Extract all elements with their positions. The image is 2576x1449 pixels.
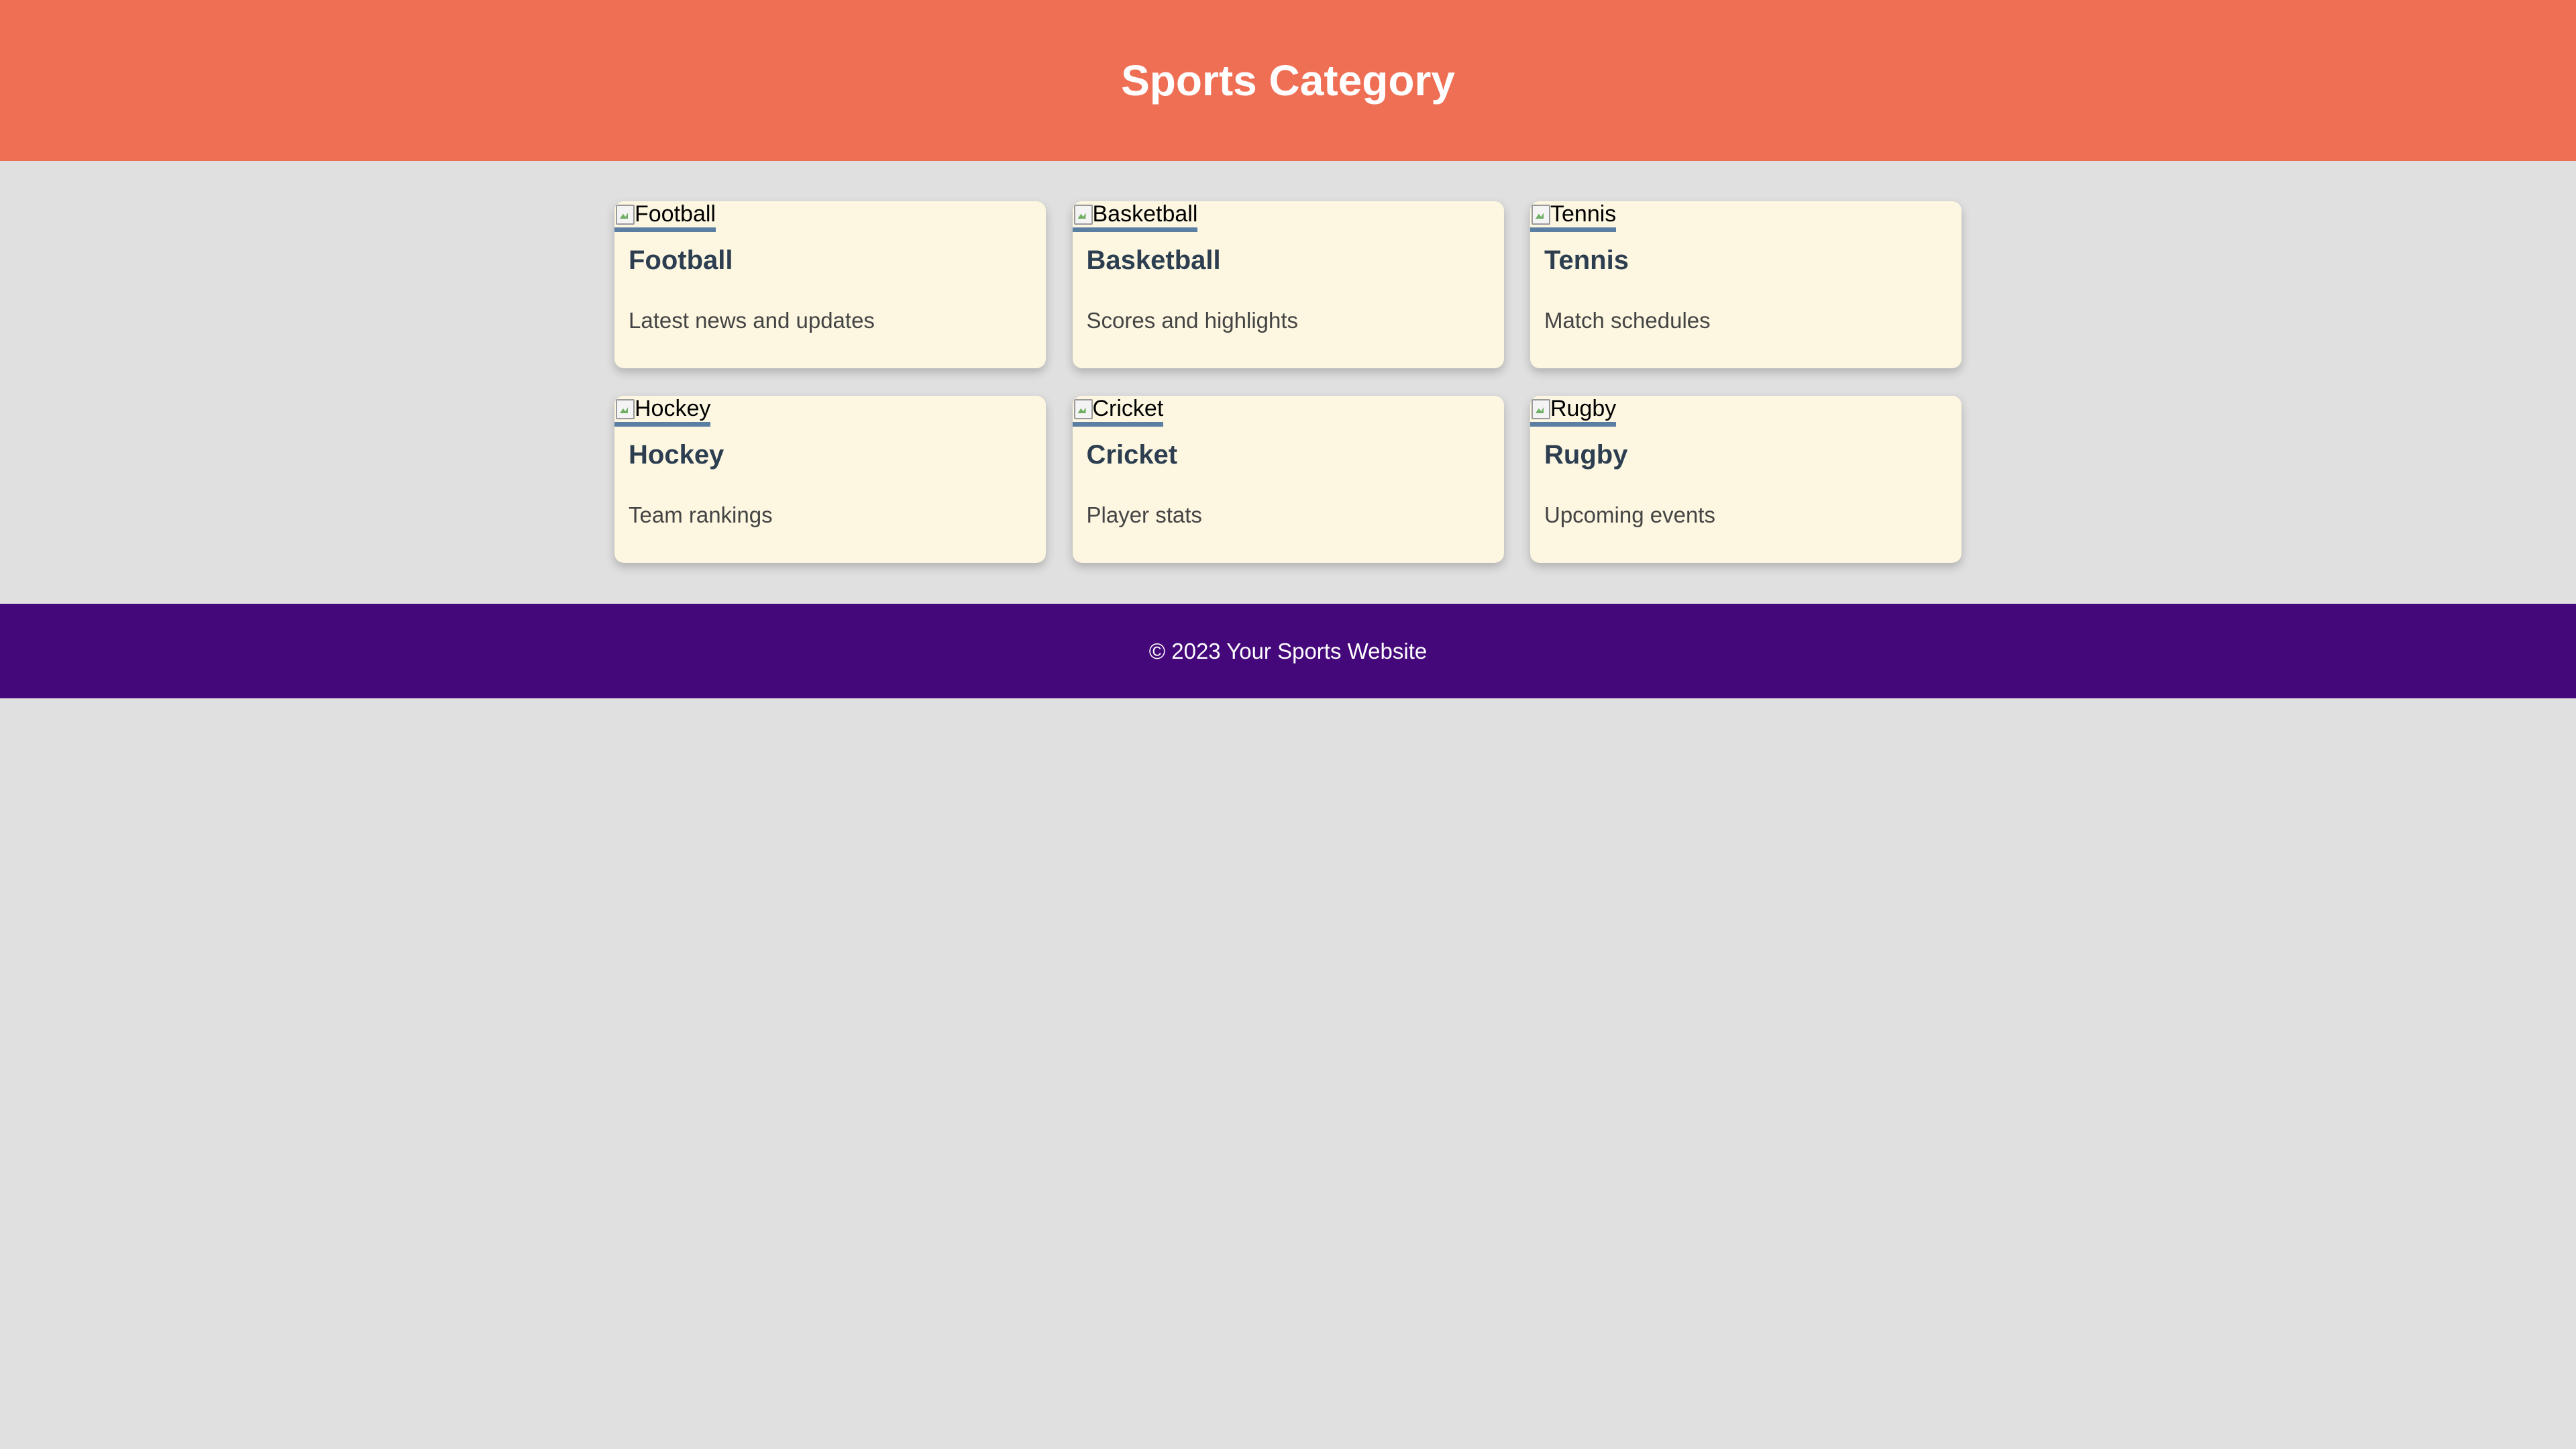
broken-image-icon — [614, 203, 635, 225]
image-alt-text: Football — [635, 201, 716, 227]
category-card-rugby[interactable]: Rugby Rugby Upcoming events — [1530, 396, 1962, 563]
broken-image-icon — [1073, 203, 1093, 225]
category-card-football[interactable]: Football Football Latest news and update… — [614, 201, 1046, 368]
page-title: Sports Category — [1121, 56, 1455, 105]
category-image-rugby: Rugby — [1530, 396, 1617, 427]
image-alt-text: Tennis — [1550, 201, 1617, 227]
category-title: Cricket — [1086, 440, 1178, 470]
category-description: Upcoming events — [1544, 502, 1715, 527]
category-image-football: Football — [614, 201, 716, 232]
copyright-text: © 2023 Your Sports Website — [1148, 639, 1428, 663]
category-title: Basketball — [1086, 246, 1221, 275]
category-description: Scores and highlights — [1086, 308, 1299, 333]
category-card-basketball[interactable]: Basketball Basketball Scores and highlig… — [1072, 201, 1504, 368]
category-description: Player stats — [1086, 502, 1202, 527]
category-image-tennis: Tennis — [1530, 201, 1617, 232]
category-title: Rugby — [1544, 440, 1628, 470]
category-card-hockey[interactable]: Hockey Hockey Team rankings — [614, 396, 1046, 563]
image-alt-text: Basketball — [1092, 201, 1198, 227]
broken-image-icon — [1530, 398, 1550, 419]
category-title: Hockey — [629, 440, 724, 470]
category-image-hockey: Hockey — [614, 396, 711, 427]
category-card-cricket[interactable]: Cricket Cricket Player stats — [1072, 396, 1504, 563]
category-card-tennis[interactable]: Tennis Tennis Match schedules — [1530, 201, 1962, 368]
category-title: Football — [629, 246, 733, 275]
image-alt-text: Hockey — [635, 396, 711, 421]
broken-image-icon — [1530, 203, 1550, 225]
image-alt-text: Rugby — [1550, 396, 1617, 421]
broken-image-icon — [1073, 398, 1093, 419]
category-grid: Football Football Latest news and update… — [614, 201, 1962, 563]
category-image-cricket: Cricket — [1072, 396, 1164, 427]
site-header: Sports Category — [0, 0, 2576, 161]
broken-image-icon — [614, 398, 635, 419]
category-title: Tennis — [1544, 246, 1629, 275]
image-alt-text: Cricket — [1092, 396, 1164, 421]
site-footer: © 2023 Your Sports Website — [0, 604, 2576, 698]
category-description: Latest news and updates — [629, 308, 875, 333]
category-description: Team rankings — [629, 502, 773, 527]
category-image-basketball: Basketball — [1072, 201, 1198, 232]
category-description: Match schedules — [1544, 308, 1711, 333]
